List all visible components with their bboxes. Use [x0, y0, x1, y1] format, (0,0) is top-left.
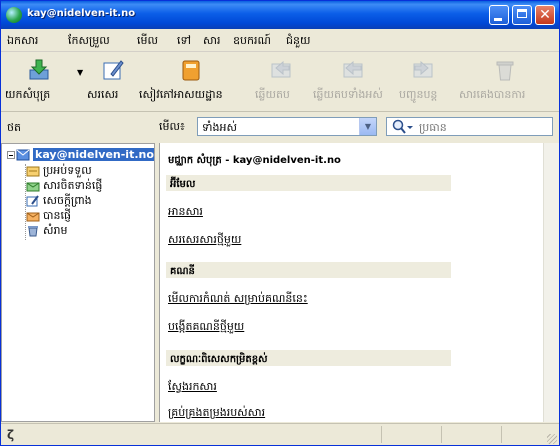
write-message-link[interactable]: សរសេរសារថ្មីមួយ [168, 233, 241, 249]
menu-go[interactable]: ទៅ [177, 34, 191, 50]
view-label: មើល៖ [159, 120, 185, 133]
forward-icon [413, 60, 433, 78]
account-central-pane: មជ្ឈាក សំបុត្រ - kay@nidelven-it.no អ៊ីម… [159, 143, 559, 422]
section-email-header: អ៊ីមែល [166, 175, 451, 191]
vertical-scrollbar[interactable] [543, 143, 559, 422]
status-panel [501, 426, 502, 443]
filter-bar: ថត មើល៖ ទាំងអស់ ▼ [1, 112, 559, 142]
chevron-down-icon[interactable]: ▼ [359, 118, 376, 135]
resize-grip-icon[interactable] [547, 434, 557, 444]
account-icon [16, 149, 30, 161]
collapse-toggle-icon[interactable] [7, 151, 15, 159]
menu-file[interactable]: ឯកសារ [7, 34, 38, 50]
write-icon [103, 60, 124, 80]
menu-edit[interactable]: កែសម្រួល [68, 34, 110, 50]
get-mail-dropdown-icon[interactable]: ▼ [77, 68, 83, 77]
search-icon[interactable] [391, 119, 415, 135]
thunderbird-icon [6, 7, 22, 23]
folders-pane-label: ថត [7, 121, 21, 134]
status-panel [381, 426, 382, 443]
trash-icon [496, 61, 514, 81]
menu-bar: ឯកសារ កែសម្រួល មើល ទៅ សារ ឧបករណ៍ ជំនួយ [1, 29, 559, 52]
close-icon: ✕ [539, 7, 551, 23]
inbox-icon [26, 166, 40, 177]
sent-icon [26, 212, 40, 222]
view-select-value: ទាំងអស់ [202, 121, 237, 134]
maximize-button[interactable] [512, 5, 532, 25]
read-messages-link[interactable]: អានសារ [168, 205, 203, 221]
address-book-icon [182, 60, 200, 81]
reply-button[interactable]: ឆ្លើយតប [255, 54, 307, 108]
get-mail-button[interactable]: យកសំបុត្រ [5, 54, 77, 108]
minimize-icon [494, 18, 502, 21]
offline-status-icon[interactable]: ζ [7, 428, 14, 442]
title-bar[interactable]: kay@nidelven-it.no ✕ [1, 1, 559, 29]
search-messages-link[interactable]: ស្វែងរកសារ [168, 380, 217, 396]
menu-help[interactable]: ជំនួយ [286, 34, 310, 50]
write-button[interactable]: សរសេរ [87, 54, 137, 108]
window-title: kay@nidelven-it.no [27, 8, 136, 19]
status-panel [441, 426, 442, 443]
get-mail-icon [29, 59, 49, 80]
delete-button[interactable]: សារគេងបានការ [459, 54, 555, 108]
view-select[interactable]: ទាំងអស់ ▼ [197, 117, 377, 136]
status-bar: ζ [1, 423, 559, 445]
menu-tools[interactable]: ឧបករណ៍ [233, 34, 271, 50]
reply-icon [271, 60, 291, 78]
manage-filters-link[interactable]: គ្រប់គ្រងតម្រងរបស់សារ [168, 406, 265, 422]
address-book-button[interactable]: សៀវភៅអាសយដ្ឋាន [139, 54, 245, 108]
section-accounts-header: គណនី [166, 262, 451, 278]
drafts-icon [26, 195, 39, 207]
trash-folder-icon [28, 226, 38, 237]
minimize-button[interactable] [489, 5, 509, 25]
reply-all-button[interactable]: ឆ្លើយតបទាំងអស់ [313, 54, 393, 108]
close-button[interactable]: ✕ [535, 5, 555, 25]
section-advanced-header: លក្ខណៈពិសេសកម្រិតខ្ពស់ [166, 350, 451, 366]
menu-view[interactable]: មើល [137, 34, 158, 50]
page-title: មជ្ឈាក សំបុត្រ - kay@nidelven-it.no [168, 155, 341, 166]
view-account-settings-link[interactable]: មើលការកំណត់ សម្រាប់គណនីនេះ [168, 292, 308, 308]
unsent-icon [26, 182, 40, 192]
maximize-icon [517, 9, 527, 18]
menu-message[interactable]: សារ [203, 34, 220, 50]
create-account-link[interactable]: បង្កើតគណនីថ្មីមួយ [168, 320, 244, 336]
forward-button[interactable]: បញ្ជូនបន្ត [399, 54, 449, 108]
search-box[interactable] [386, 117, 553, 136]
folder-pane: kay@nidelven-it.no ប្រអប់ទទួល សារចិតទាន់… [1, 143, 155, 422]
main-toolbar: យកសំបុត្រ ▼ សរសេរ សៀវភៅអាសយដ្ឋាន ឆ្លើយតប [1, 52, 559, 112]
search-input[interactable] [417, 119, 551, 135]
mail-window: kay@nidelven-it.no ✕ ឯកសារ កែសម្រួល មើល … [0, 0, 560, 446]
account-label: kay@nidelven-it.no [33, 148, 154, 161]
reply-all-icon [343, 60, 363, 78]
